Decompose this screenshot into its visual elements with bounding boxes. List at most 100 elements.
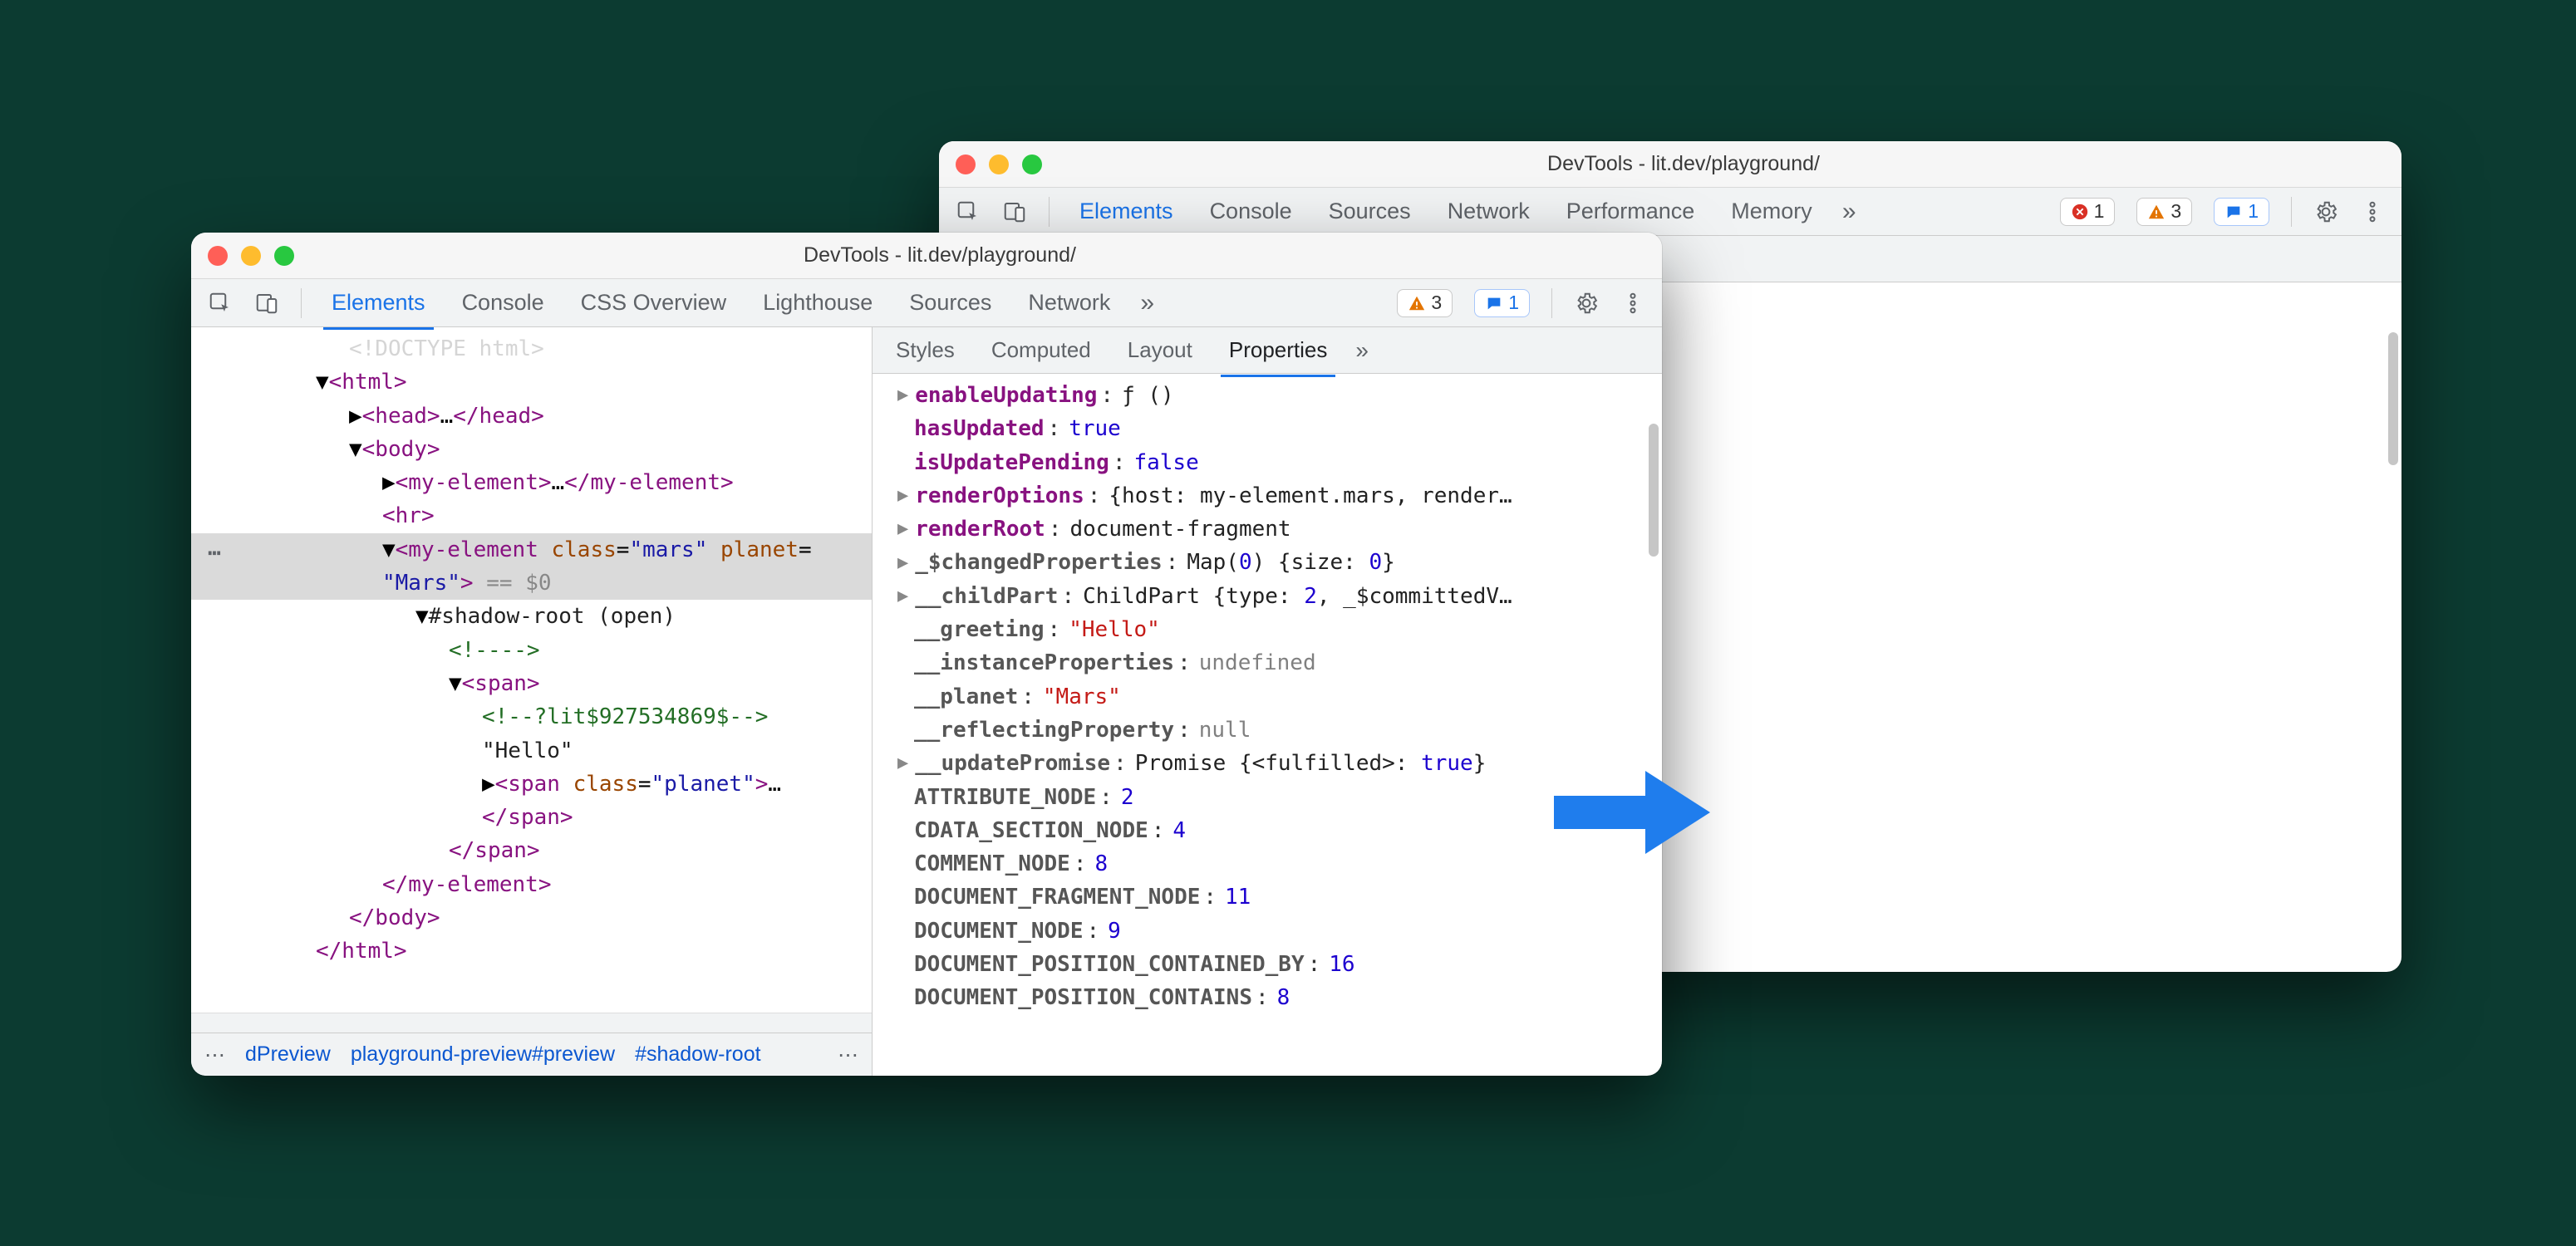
- sidebar-tab-properties[interactable]: Properties: [1221, 326, 1336, 377]
- dom-line[interactable]: <!--?lit$927534869$-->: [191, 700, 872, 733]
- scrollbar[interactable]: [1649, 424, 1659, 557]
- more-tabs-icon[interactable]: »: [1842, 198, 1856, 226]
- property-row[interactable]: DOCUMENT_NODE:9: [881, 915, 1662, 948]
- h-scrollbar[interactable]: [191, 1013, 872, 1033]
- devtools-tabs: Elements Console Sources Network Performance…: [1071, 187, 1821, 237]
- dom-line[interactable]: <!DOCTYPE html>: [191, 332, 872, 365]
- property-row[interactable]: ▶enableUpdating:ƒ (): [881, 379, 1662, 412]
- breadcrumb-overflow-right[interactable]: ⋯: [838, 1042, 858, 1067]
- sidebar-tab-layout[interactable]: Layout: [1119, 326, 1201, 375]
- message-count: 1: [1508, 292, 1519, 314]
- error-badge[interactable]: 1: [2060, 198, 2116, 226]
- dom-line[interactable]: <!---->: [191, 634, 872, 667]
- sidebar-tab-styles[interactable]: Styles: [887, 326, 963, 375]
- tab-console[interactable]: Console: [454, 278, 553, 328]
- property-row[interactable]: isUpdatePending:false: [881, 446, 1662, 479]
- message-badge[interactable]: 1: [2214, 198, 2269, 226]
- tab-network[interactable]: Network: [1020, 278, 1118, 328]
- property-row[interactable]: ATTRIBUTE_NODE:2: [881, 781, 1662, 814]
- kebab-menu-icon[interactable]: [1620, 291, 1645, 316]
- zoom-icon[interactable]: [1022, 155, 1042, 174]
- dom-line[interactable]: "Hello": [191, 734, 872, 768]
- breadcrumb-overflow-left[interactable]: ⋯: [204, 1042, 225, 1067]
- dom-line[interactable]: </span>: [191, 801, 872, 834]
- dom-line[interactable]: </html>: [191, 934, 872, 968]
- property-row[interactable]: hasUpdated:true: [881, 412, 1662, 445]
- tab-lighthouse[interactable]: Lighthouse: [755, 278, 881, 328]
- property-row[interactable]: ▶_$changedProperties:Map(0) {size: 0}: [881, 546, 1662, 579]
- warning-count: 3: [2170, 200, 2181, 223]
- property-row[interactable]: __instanceProperties:undefined: [881, 646, 1662, 679]
- property-row[interactable]: DOCUMENT_POSITION_CONTAINS:8: [881, 981, 1662, 1014]
- arrow-icon: [1554, 763, 1712, 862]
- dom-line[interactable]: </my-element>: [191, 868, 872, 901]
- message-count: 1: [2248, 200, 2259, 223]
- property-row[interactable]: __reflectingProperty:null: [881, 714, 1662, 747]
- dom-line[interactable]: ▼#shadow-root (open): [191, 600, 872, 633]
- property-row[interactable]: DOCUMENT_POSITION_CONTAINED_BY:16: [881, 948, 1662, 981]
- device-toggle-icon[interactable]: [254, 291, 279, 316]
- property-row[interactable]: CDATA_SECTION_NODE:4: [881, 814, 1662, 847]
- titlebar: DevTools - lit.dev/playground/: [191, 233, 1662, 279]
- warning-badge[interactable]: 3: [2136, 198, 2192, 226]
- kebab-menu-icon[interactable]: [2360, 199, 2385, 224]
- minimize-icon[interactable]: [241, 246, 261, 266]
- property-row[interactable]: ▶__updatePromise:Promise {<fulfilled>: t…: [881, 747, 1662, 780]
- window-title: DevTools - lit.dev/playground/: [294, 243, 1585, 267]
- property-row[interactable]: ▶__childPart:ChildPart {type: 2, _$commi…: [881, 580, 1662, 613]
- tab-elements[interactable]: Elements: [323, 278, 434, 330]
- properties-panel[interactable]: ▶enableUpdating:ƒ ()hasUpdated:trueisUpd…: [873, 374, 1662, 1020]
- property-row[interactable]: COMMENT_NODE:8: [881, 847, 1662, 881]
- devtools-window-old: DevTools - lit.dev/playground/ Elements C…: [191, 233, 1662, 1076]
- property-row[interactable]: DOCUMENT_FRAGMENT_NODE:11: [881, 881, 1662, 914]
- dom-line[interactable]: </body>: [191, 901, 872, 934]
- error-count: 1: [2094, 200, 2105, 223]
- tab-network[interactable]: Network: [1439, 187, 1538, 237]
- property-row[interactable]: ▶renderOptions:{host: my-element.mars, r…: [881, 479, 1662, 513]
- dom-line[interactable]: ▼<span>: [191, 667, 872, 700]
- dom-line[interactable]: ▼<body>: [191, 433, 872, 466]
- dom-line[interactable]: ▶<head>…</head>: [191, 400, 872, 433]
- tab-console[interactable]: Console: [1202, 187, 1300, 237]
- property-row[interactable]: __greeting:"Hello": [881, 613, 1662, 646]
- traffic-lights: [208, 246, 294, 266]
- selected-node[interactable]: ⋯ ▼<my-element class="mars" planet= "Mar…: [191, 533, 872, 601]
- zoom-icon[interactable]: [274, 246, 294, 266]
- dom-line[interactable]: </span>: [191, 834, 872, 867]
- device-toggle-icon[interactable]: [1002, 199, 1027, 224]
- inspect-icon[interactable]: [956, 199, 981, 224]
- inspect-icon[interactable]: [208, 291, 233, 316]
- tab-memory[interactable]: Memory: [1723, 187, 1821, 237]
- traffic-lights: [956, 155, 1042, 174]
- tab-performance[interactable]: Performance: [1558, 187, 1703, 237]
- dom-line[interactable]: ▶<my-element>…</my-element>: [191, 466, 872, 499]
- minimize-icon[interactable]: [989, 155, 1009, 174]
- message-badge[interactable]: 1: [1474, 289, 1530, 317]
- warning-count: 3: [1431, 292, 1442, 314]
- tab-css-overview[interactable]: CSS Overview: [573, 278, 735, 328]
- more-tabs-icon[interactable]: »: [1140, 289, 1154, 317]
- dom-line[interactable]: ▼<html>: [191, 365, 872, 399]
- breadcrumb-item[interactable]: playground-preview#preview: [351, 1042, 615, 1067]
- dom-line[interactable]: ▶<span class="planet">…: [191, 768, 872, 801]
- settings-icon[interactable]: [1574, 291, 1599, 316]
- close-icon[interactable]: [208, 246, 228, 266]
- property-row[interactable]: ▶renderRoot:document-fragment: [881, 513, 1662, 546]
- window-title: DevTools - lit.dev/playground/: [1042, 152, 2325, 176]
- sidebar-tabs: Styles Computed Layout Properties »: [873, 327, 1662, 374]
- dom-line[interactable]: <hr>: [191, 499, 872, 532]
- sidebar-tab-computed[interactable]: Computed: [983, 326, 1099, 375]
- settings-icon[interactable]: [2313, 199, 2338, 224]
- tab-sources[interactable]: Sources: [901, 278, 1000, 328]
- dom-tree[interactable]: <!DOCTYPE html> ▼<html> ▶<head>…</head> …: [191, 327, 872, 977]
- warning-badge[interactable]: 3: [1397, 289, 1453, 317]
- breadcrumb-item[interactable]: dPreview: [245, 1042, 331, 1067]
- close-icon[interactable]: [956, 155, 976, 174]
- tab-elements[interactable]: Elements: [1071, 187, 1182, 238]
- tab-sources[interactable]: Sources: [1320, 187, 1419, 237]
- titlebar: DevTools - lit.dev/playground/: [939, 141, 2401, 188]
- property-row[interactable]: __planet:"Mars": [881, 680, 1662, 714]
- more-tabs-icon[interactable]: »: [1355, 337, 1369, 364]
- scrollbar[interactable]: [2388, 332, 2398, 465]
- breadcrumb-item[interactable]: #shadow-root: [635, 1042, 760, 1067]
